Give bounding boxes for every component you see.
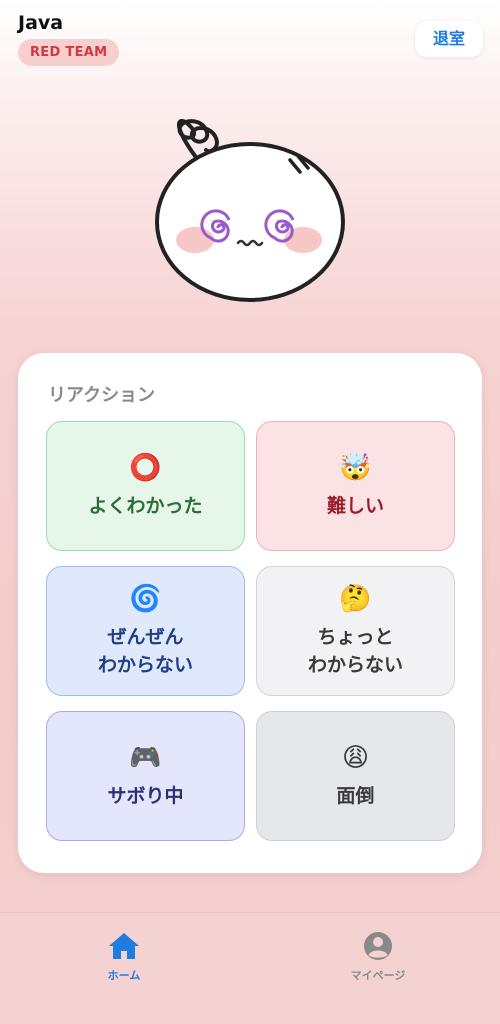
game-controller-icon: 🎮 bbox=[129, 743, 162, 773]
reaction-difficult-button[interactable]: 🤯 難しい bbox=[256, 421, 455, 551]
reaction-label: 面倒 bbox=[336, 785, 375, 807]
reaction-label: サボり中 bbox=[107, 785, 184, 807]
mascot-head bbox=[155, 142, 345, 302]
reaction-label: よくわかった bbox=[88, 495, 203, 517]
reaction-not-at-all-button[interactable]: 🌀 ぜんぜん わからない bbox=[46, 566, 245, 696]
reaction-a-bit-lost-button[interactable]: 🤔 ちょっと わからない bbox=[256, 566, 455, 696]
reaction-label: 難しい bbox=[326, 495, 384, 517]
exploding-head-icon: 🤯 bbox=[339, 453, 372, 483]
reaction-slacking-button[interactable]: 🎮 サボり中 bbox=[46, 711, 245, 841]
reaction-label: ぜんぜん わからない bbox=[97, 626, 193, 676]
course-title: Java bbox=[18, 12, 64, 34]
reaction-label: ちょっと わからない bbox=[307, 626, 403, 676]
team-badge: RED TEAM bbox=[18, 39, 120, 66]
tab-mypage-label: マイページ bbox=[350, 969, 406, 982]
reaction-tedious-button[interactable]: 😩 面倒 bbox=[256, 711, 455, 841]
tab-bar: ホーム マイページ bbox=[0, 912, 500, 1024]
home-icon bbox=[109, 933, 139, 959]
thinking-face-icon: 🤔 bbox=[339, 584, 372, 614]
reaction-panel: リアクション ⭕ よくわかった 🤯 難しい 🌀 ぜんぜん わからない 🤔 ちょっ… bbox=[18, 353, 482, 873]
reaction-understood-button[interactable]: ⭕ よくわかった bbox=[46, 421, 245, 551]
tab-home[interactable]: ホーム bbox=[84, 931, 164, 983]
header: Java RED TEAM 退室 bbox=[0, 0, 500, 80]
reaction-panel-title: リアクション bbox=[48, 385, 156, 406]
tab-home-label: ホーム bbox=[107, 969, 141, 982]
weary-face-icon: 😩 bbox=[341, 743, 370, 773]
cyclone-icon: 🌀 bbox=[129, 584, 162, 614]
dizzy-mascot-icon bbox=[155, 119, 345, 302]
person-circle-icon bbox=[364, 932, 392, 960]
tab-mypage[interactable]: マイページ bbox=[338, 931, 418, 983]
leave-room-button[interactable]: 退室 bbox=[415, 21, 483, 57]
circle-icon: ⭕ bbox=[129, 453, 162, 483]
